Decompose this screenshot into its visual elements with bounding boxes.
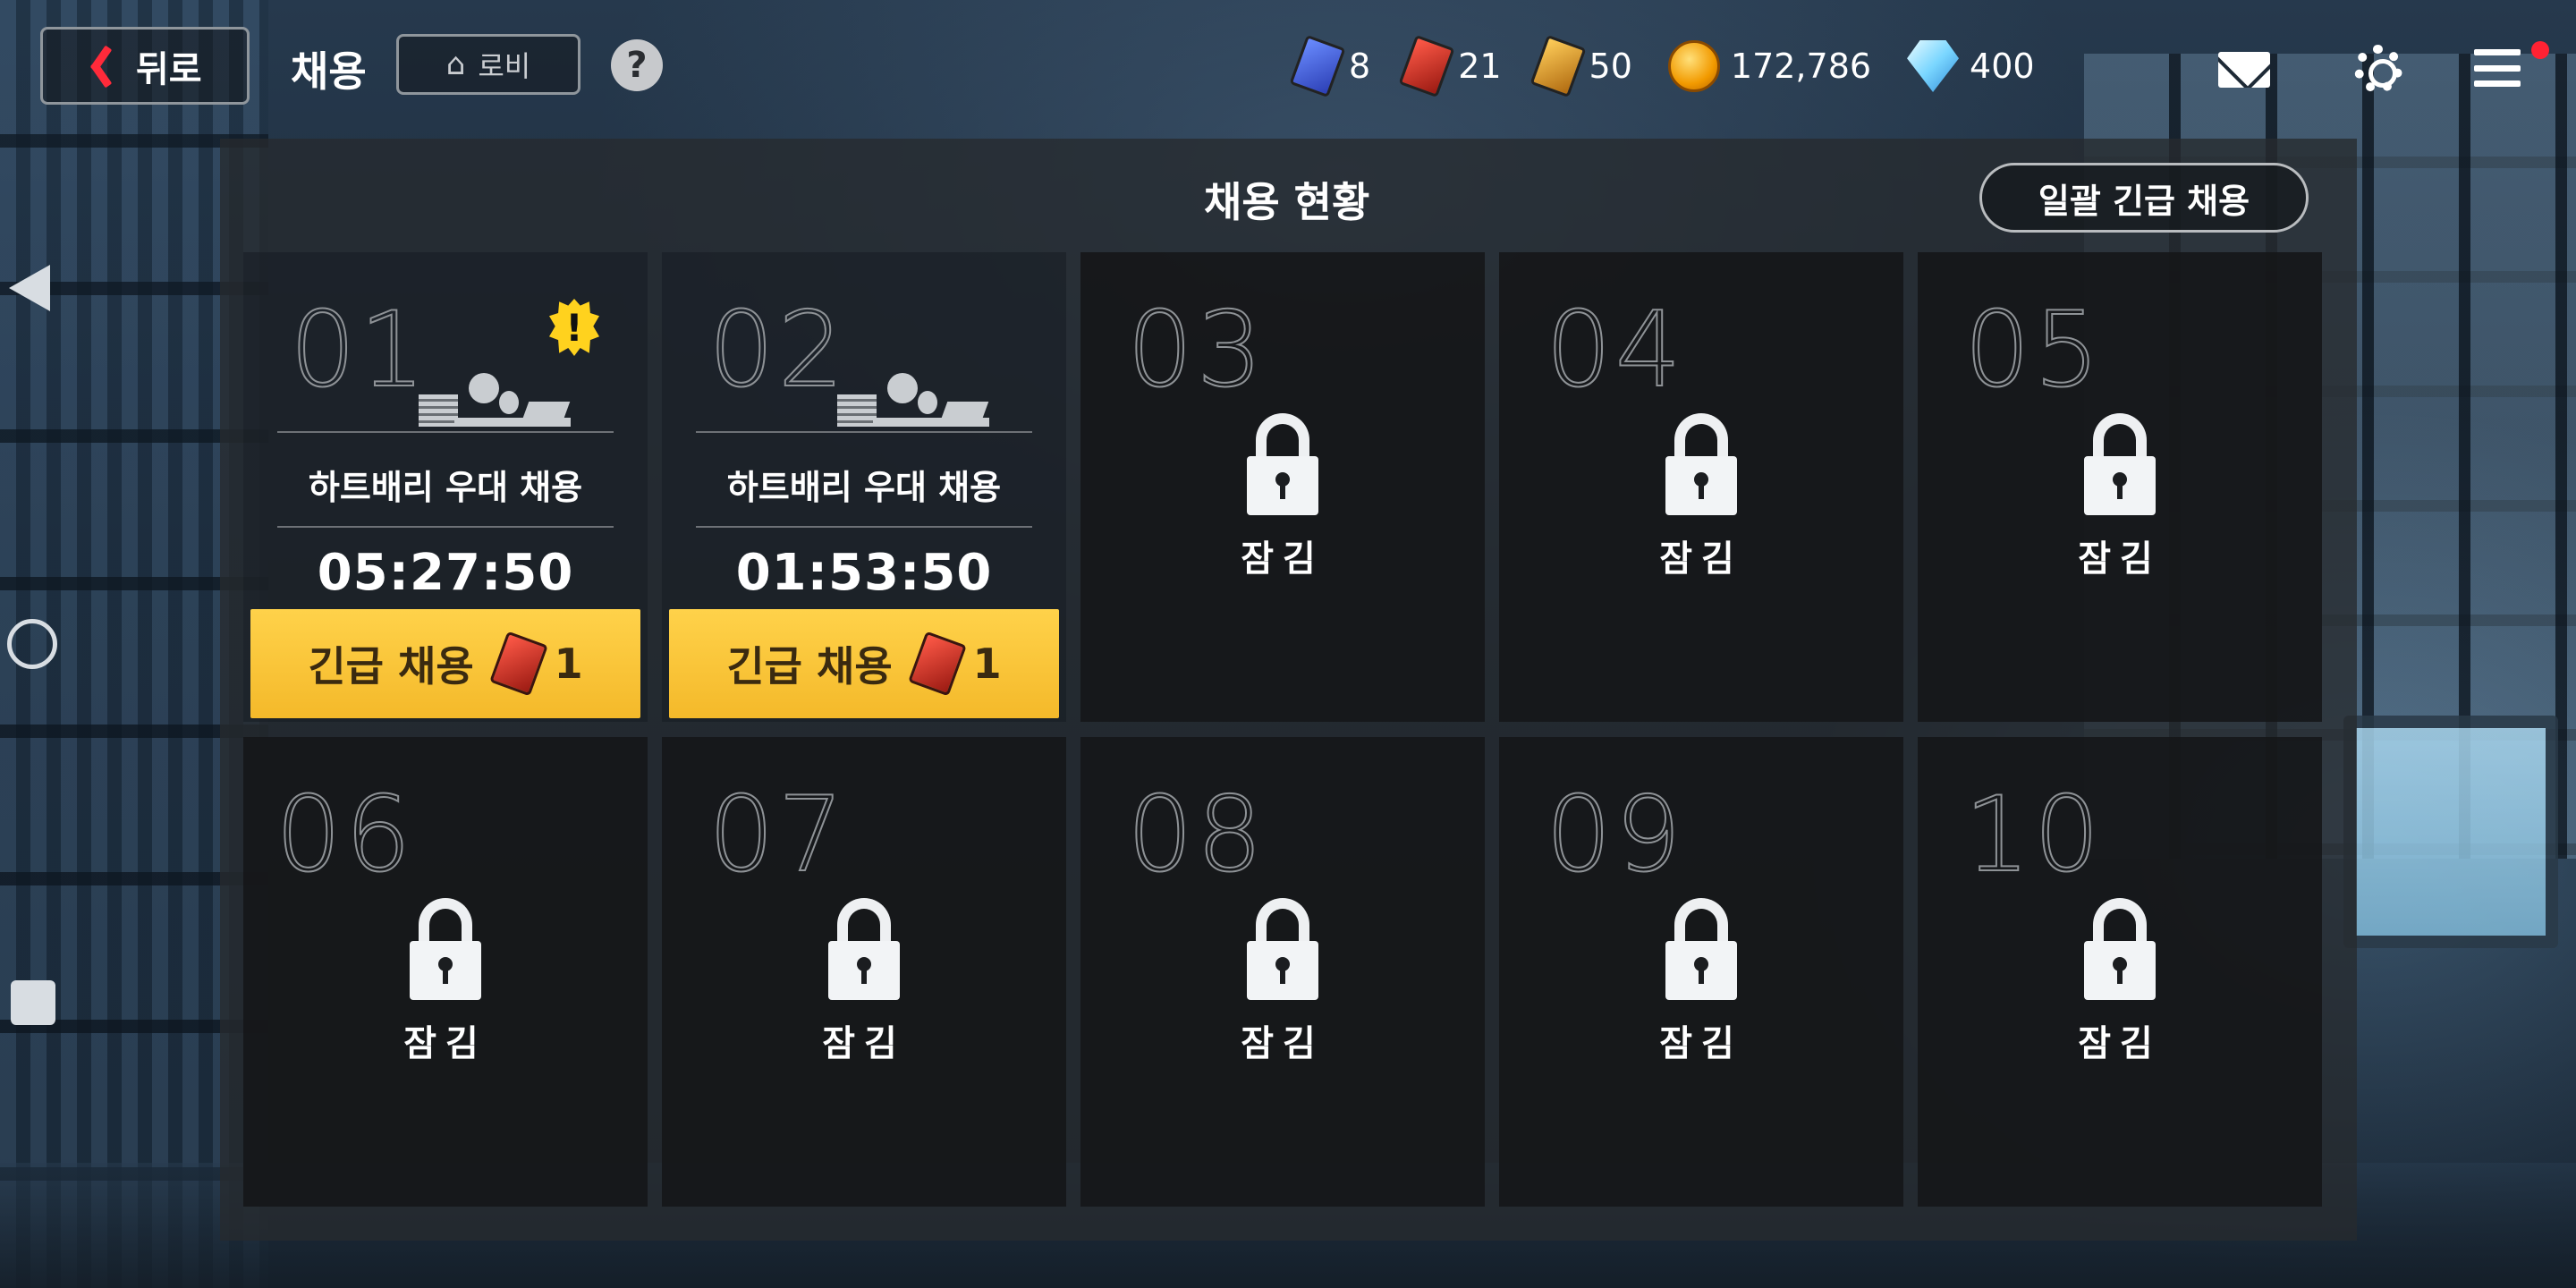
panel-title: 채용 현황 [1204, 178, 1370, 226]
notification-dot [2531, 41, 2549, 59]
lobby-label: 로비 [478, 49, 531, 83]
lock-icon [2084, 898, 2156, 1000]
locked-label: 잠김 [822, 1023, 906, 1064]
urgent-recruit-button[interactable]: 긴급 채용 1 [669, 609, 1059, 718]
gold-coin-icon [1667, 40, 1720, 92]
resource-bar: 8 21 50 172,786 400 [1289, 34, 2071, 98]
recruit-slot-05[interactable]: 05 잠김 [1918, 252, 2322, 722]
gear-icon[interactable] [2354, 45, 2402, 93]
diamond-count: 400 [1970, 47, 2035, 86]
help-button[interactable]: ? [611, 39, 663, 91]
recruit-slot-07[interactable]: 07 잠김 [662, 737, 1066, 1207]
locked-label: 잠김 [1659, 538, 1743, 580]
page-title: 채용 [291, 47, 367, 96]
resource-red-card[interactable]: 21 [1398, 34, 1502, 98]
lock-icon [1665, 898, 1737, 1000]
job-title: 하트배리 우대 채용 [726, 468, 1002, 507]
urgent-recruit-label: 긴급 채용 [726, 642, 893, 691]
slot-number: 01 [289, 289, 429, 411]
divider [696, 526, 1032, 528]
slot-number: 10 [1963, 774, 2104, 896]
lock-icon [410, 898, 481, 1000]
diamond-icon [1907, 40, 1960, 92]
system-home-icon[interactable] [7, 619, 57, 669]
resource-gold-card[interactable]: 50 [1530, 34, 1632, 98]
lock-icon [828, 898, 900, 1000]
back-button[interactable]: 뒤로 [40, 27, 250, 105]
blue-card-count: 8 [1349, 47, 1371, 86]
system-recent-apps-icon[interactable] [11, 980, 55, 1025]
lock-icon [1247, 898, 1318, 1000]
slot-number: 03 [1126, 289, 1267, 411]
locked-label: 잠김 [403, 1023, 487, 1064]
blue-card-icon [1289, 34, 1346, 98]
resource-gold-coin[interactable]: 172,786 [1667, 40, 1872, 92]
gold-card-count: 50 [1589, 47, 1632, 86]
locked-label: 잠김 [2078, 538, 2162, 580]
recruit-timer: 05:27:50 [317, 544, 574, 602]
recruit-timer: 01:53:50 [735, 544, 993, 602]
urgent-cost: 1 [972, 640, 1002, 688]
recruit-slot-08[interactable]: 08 잠김 [1080, 737, 1485, 1207]
recruit-slot-04[interactable]: 04 잠김 [1499, 252, 1903, 722]
alert-badge: ! [549, 299, 599, 356]
back-chevron-icon [82, 43, 111, 89]
job-title: 하트배리 우대 채용 [308, 468, 583, 507]
urgent-recruit-button[interactable]: 긴급 채용 1 [250, 609, 640, 718]
recruit-slot-01[interactable]: 01 ! 하트배리 우대 채용 05:27:50 긴급 채용 1 [243, 252, 648, 722]
home-icon: ⌂ [445, 47, 466, 82]
slot-number: 05 [1963, 289, 2104, 411]
divider [277, 431, 614, 433]
urgent-recruit-label: 긴급 채용 [308, 642, 474, 691]
resource-blue-card[interactable]: 8 [1289, 34, 1371, 98]
slot-number: 02 [708, 289, 848, 411]
red-card-count: 21 [1458, 47, 1502, 86]
divider [696, 431, 1032, 433]
recruiting-worker-icon [419, 364, 571, 427]
recruit-slot-10[interactable]: 10 잠김 [1918, 737, 2322, 1207]
slot-number: 04 [1545, 289, 1685, 411]
lobby-button[interactable]: ⌂ 로비 [396, 34, 580, 95]
bulk-urgent-recruit-button[interactable]: 일괄 긴급 채용 [1979, 163, 2309, 233]
recruit-slot-09[interactable]: 09 잠김 [1499, 737, 1903, 1207]
lock-icon [1665, 413, 1737, 515]
top-bar: 뒤로 채용 ⌂ 로비 ? 8 21 50 172,786 400 [0, 0, 2576, 134]
slot-number: 07 [708, 774, 848, 896]
recruit-slot-02[interactable]: 02 하트배리 우대 채용 01:53:50 긴급 채용 1 [662, 252, 1066, 722]
gold-coin-count: 172,786 [1730, 47, 1872, 86]
mail-icon[interactable] [2218, 52, 2270, 88]
back-label: 뒤로 [136, 48, 202, 90]
recruiting-worker-icon [837, 364, 989, 427]
locked-label: 잠김 [1241, 538, 1325, 580]
slot-number: 09 [1545, 774, 1685, 896]
slot-number: 06 [275, 774, 415, 896]
urgent-cost: 1 [554, 640, 583, 688]
lock-icon [2084, 413, 2156, 515]
red-card-icon [907, 631, 967, 697]
slot-number: 08 [1126, 774, 1267, 896]
red-card-icon [488, 631, 548, 697]
background-monitor [2343, 716, 2558, 948]
divider [277, 526, 614, 528]
system-back-icon[interactable] [9, 265, 50, 311]
locked-label: 잠김 [1659, 1023, 1743, 1064]
red-card-icon [1398, 34, 1455, 98]
locked-label: 잠김 [1241, 1023, 1325, 1064]
menu-icon[interactable] [2474, 49, 2521, 87]
recruit-slot-03[interactable]: 03 잠김 [1080, 252, 1485, 722]
resource-diamond[interactable]: 400 [1907, 40, 2035, 92]
gold-card-icon [1530, 34, 1587, 98]
recruit-slot-06[interactable]: 06 잠김 [243, 737, 648, 1207]
lock-icon [1247, 413, 1318, 515]
locked-label: 잠김 [2078, 1023, 2162, 1064]
